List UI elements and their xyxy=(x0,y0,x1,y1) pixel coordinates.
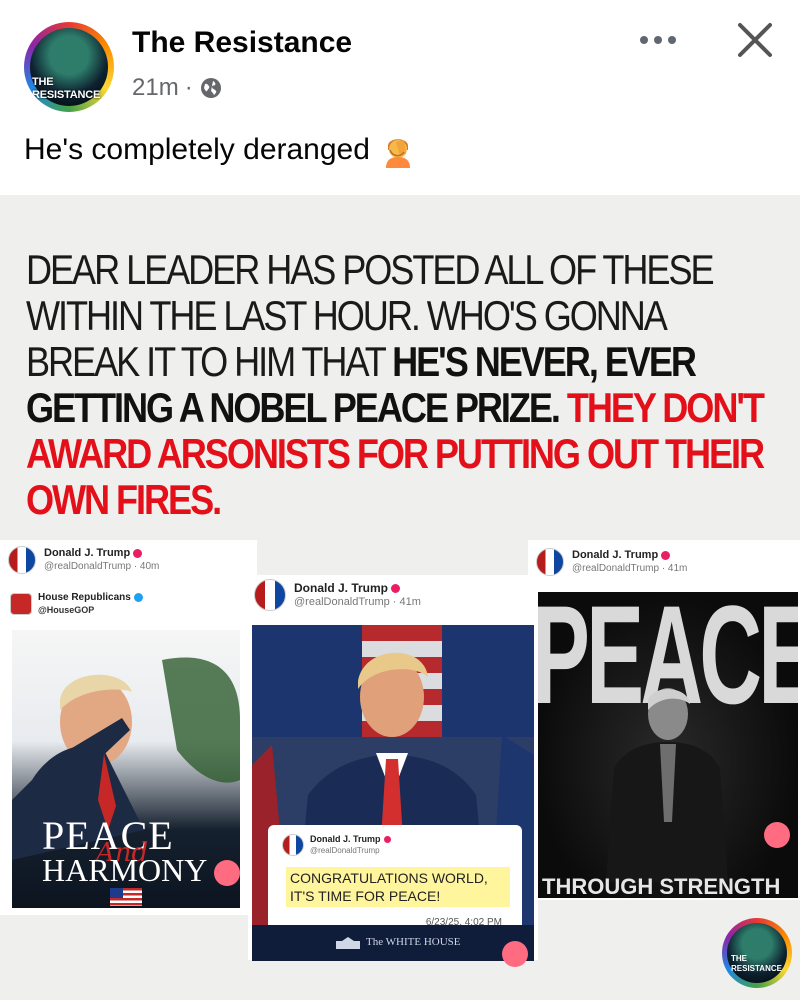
post-header: THE RESISTANCE The Resistance 21m · He's… xyxy=(0,0,800,195)
repost-handle: @HouseGOP xyxy=(38,605,95,615)
truth-post-right: Donald J. Trump @realDonaldTrump · 41m P… xyxy=(528,540,800,900)
post-caption: He's completely deranged xyxy=(24,132,416,168)
truth-post-center: Donald J. Trump @realDonaldTrump · 41m D… xyxy=(248,575,538,960)
author-handle: @realDonaldTrump · 41m xyxy=(294,596,421,608)
caption-text: He's completely deranged xyxy=(24,133,370,166)
repost-author: House Republicans xyxy=(38,592,131,603)
verified-badge-icon xyxy=(383,836,391,844)
american-flag-icon xyxy=(110,888,142,906)
quoted-post-header: Donald J. Trump @realDonaldTrump xyxy=(282,833,391,857)
verified-badge-icon xyxy=(661,550,671,560)
edit-badge-icon xyxy=(502,941,528,967)
post-header-center: Donald J. Trump @realDonaldTrump · 41m xyxy=(254,579,421,611)
post-timestamp[interactable]: 21m xyxy=(132,74,179,102)
through-strength-title: THROUGH STRENGTH xyxy=(542,874,781,898)
peace-through-strength-graphic: PEACE THROUGH STRENGTH xyxy=(536,592,798,898)
author-handle: @realDonaldTrump xyxy=(310,846,380,855)
standing-figure-illustration xyxy=(606,688,728,882)
avatar-logo-text: THE RESISTANCE xyxy=(32,76,101,101)
white-house-text: The WHITE HOUSE xyxy=(366,936,461,948)
page-name-link[interactable]: The Resistance xyxy=(132,26,352,60)
white-house-footer: The WHITE HOUSE xyxy=(252,925,534,967)
author-avatar xyxy=(254,579,286,611)
edit-badge-icon xyxy=(764,822,790,848)
white-house-icon xyxy=(336,937,360,949)
more-options-icon[interactable] xyxy=(636,20,680,60)
page-avatar[interactable]: THE RESISTANCE xyxy=(24,22,114,112)
post-meta: 21m · xyxy=(132,74,223,102)
quoted-post-text: CONGRATULATIONS WORLD, IT'S TIME FOR PEA… xyxy=(286,867,510,907)
meme-headline: DEAR LEADER HAS POSTED ALL OF THESE WITH… xyxy=(26,247,783,523)
author-name: Donald J. Trump xyxy=(310,834,381,844)
meta-separator: · xyxy=(184,74,193,101)
author-handle: @realDonaldTrump · 41m xyxy=(572,563,688,574)
verified-badge-icon xyxy=(133,548,143,558)
repost-header: House Republicans @HouseGOP xyxy=(10,592,143,616)
post-header-right: Donald J. Trump @realDonaldTrump · 41m xyxy=(536,548,687,576)
verified-badge-icon xyxy=(133,592,143,602)
house-gop-avatar xyxy=(10,593,32,615)
author-avatar xyxy=(8,546,36,574)
author-avatar xyxy=(282,834,304,856)
post-image[interactable]: DEAR LEADER HAS POSTED ALL OF THESE WITH… xyxy=(0,195,800,1000)
peace-harmony-graphic: PEACE And HARMONY xyxy=(12,630,240,908)
edit-badge-icon xyxy=(214,860,240,886)
author-handle: @realDonaldTrump · 40m xyxy=(44,561,160,572)
resistance-watermark-logo: THE RESISTANCE xyxy=(722,918,792,988)
author-name: Donald J. Trump xyxy=(44,547,131,559)
facepalm-emoji-icon xyxy=(385,139,410,168)
close-icon[interactable] xyxy=(733,18,777,62)
globe-icon xyxy=(200,78,221,98)
author-name: Donald J. Trump xyxy=(294,581,389,595)
verified-badge-icon xyxy=(391,584,401,594)
author-avatar xyxy=(536,548,564,576)
truth-post-left: Donald J. Trump @realDonaldTrump · 40m H… xyxy=(0,540,257,915)
post-header-left: Donald J. Trump @realDonaldTrump · 40m xyxy=(8,546,159,574)
author-name: Donald J. Trump xyxy=(572,549,659,561)
harmony-title: HARMONY xyxy=(42,852,208,888)
